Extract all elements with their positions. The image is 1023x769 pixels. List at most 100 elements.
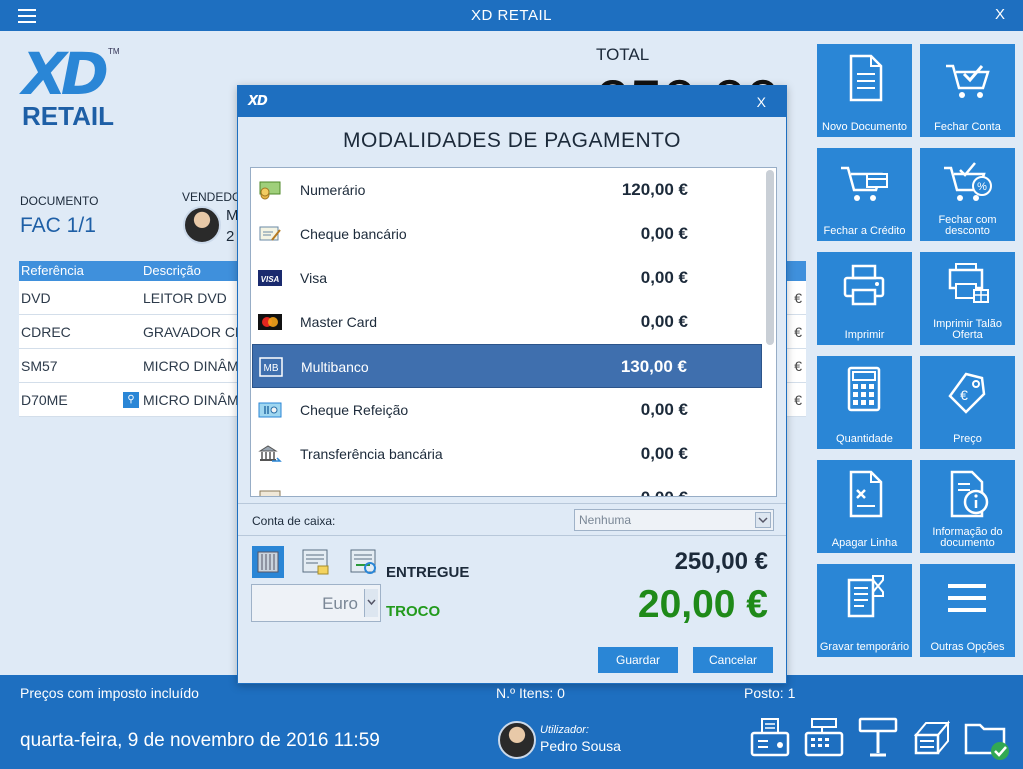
save-temporary-icon	[847, 575, 884, 618]
customer-display-icon[interactable]	[856, 715, 900, 761]
cart-check-icon	[946, 64, 990, 98]
quantity-button[interactable]: Quantidade	[817, 356, 912, 449]
dialog-close-button[interactable]: X	[757, 94, 766, 110]
column-header-reference[interactable]: Referência	[21, 263, 84, 278]
svg-text:VISA: VISA	[261, 275, 280, 284]
user-label: Utilizador:	[540, 724, 589, 736]
cash-account-select[interactable]: Nenhuma	[574, 509, 774, 531]
vendor-avatar	[183, 206, 221, 244]
close-button[interactable]: X	[995, 6, 1005, 23]
price-label: Preço	[953, 433, 982, 445]
receipt-printer-icon[interactable]	[748, 715, 792, 761]
currency-value: Euro	[322, 594, 358, 613]
payment-name: Transferência bancária	[300, 446, 443, 462]
close-account-button[interactable]: Fechar Conta	[920, 44, 1015, 137]
folder-synced-icon[interactable]	[962, 715, 1012, 761]
tax-note: Preços com imposto incluído	[20, 685, 199, 701]
payment-amount: 0,00 €	[640, 444, 688, 463]
chevron-down-icon[interactable]	[364, 589, 378, 617]
payment-row-multibanco[interactable]: MB Multibanco 130,00 €	[252, 344, 762, 388]
dialog-title: MODALIDADES DE PAGAMENTO	[343, 129, 681, 152]
app-title: XD RETAIL	[471, 7, 552, 24]
payment-row-cash[interactable]: Numerário 120,00 €	[252, 168, 762, 212]
new-document-button[interactable]: Novo Documento	[817, 44, 912, 137]
multibanco-icon: MB	[259, 357, 283, 377]
payment-amount: 0,00 €	[640, 224, 688, 243]
column-header-description[interactable]: Descrição	[143, 263, 201, 278]
payment-row-mastercard[interactable]: Master Card 0,00 €	[252, 300, 762, 344]
print-gift-receipt-label: Imprimir Talão Oferta	[933, 318, 1002, 341]
save-button[interactable]: Guardar	[598, 647, 678, 673]
row-amount: €	[794, 290, 802, 306]
payment-row-visa[interactable]: VISA Visa 0,00 €	[252, 256, 762, 300]
document-value: FAC 1/1	[20, 214, 96, 237]
gift-receipt-icon	[948, 263, 989, 303]
logo-mark: XD	[22, 40, 109, 108]
visa-icon: VISA	[258, 270, 282, 286]
payment-amount: 120,00 €	[621, 180, 688, 199]
cash-register-icon[interactable]	[802, 715, 846, 761]
quantity-label: Quantidade	[836, 433, 893, 445]
currency-select[interactable]: Euro	[251, 584, 381, 622]
payment-row-other[interactable]: 0,00 €	[252, 476, 762, 496]
cart-credit-card-icon	[841, 166, 888, 201]
search-icon[interactable]: ⚲	[123, 392, 139, 408]
delete-line-icon	[849, 470, 883, 518]
delete-line-button[interactable]: Apagar Linha	[817, 460, 912, 553]
delivered-amount: 250,00 €	[674, 548, 768, 575]
calculator-icon	[847, 366, 881, 412]
close-with-discount-button[interactable]: % Fechar com desconto	[920, 148, 1015, 241]
close-on-credit-button[interactable]: Fechar a Crédito	[817, 148, 912, 241]
payment-amount: 0,00 €	[640, 400, 688, 419]
payment-methods-dialog: XD X MODALIDADES DE PAGAMENTO Numerário …	[237, 85, 787, 684]
action-panel: Novo Documento Fechar Conta Fechar a Cré…	[812, 31, 1023, 675]
divider	[238, 503, 786, 504]
user-avatar[interactable]	[498, 721, 536, 759]
xd-retail-logo: XD RETAIL TM	[22, 45, 122, 137]
save-temporary-button[interactable]: Gravar temporário	[817, 564, 912, 657]
list-scrollbar[interactable]	[766, 170, 774, 345]
printer-icon	[843, 264, 885, 306]
document-info-button[interactable]: Informação do documento	[920, 460, 1015, 553]
cash-icon	[259, 181, 281, 200]
items-count: N.º Itens: 0	[496, 685, 565, 701]
payment-amount: 0,00 €	[640, 268, 688, 287]
price-button[interactable]: € Preço	[920, 356, 1015, 449]
other-options-button[interactable]: Outras Opções	[920, 564, 1015, 657]
row-amount: €	[794, 358, 802, 374]
dialog-title-bar: XD X	[238, 86, 786, 117]
divider	[238, 535, 786, 536]
payment-row-meal-voucher[interactable]: Cheque Refeição 0,00 €	[252, 388, 762, 432]
save-temporary-label: Gravar temporário	[819, 641, 910, 653]
other-payment-icon	[259, 490, 281, 496]
current-datetime: quarta-feira, 9 de novembro de 2016 11:5…	[20, 730, 380, 751]
chevron-down-icon[interactable]	[755, 512, 771, 528]
row-reference: DVD	[21, 290, 51, 306]
new-document-label: Novo Documento	[822, 121, 907, 133]
payment-row-bank-check[interactable]: Cheque bancário 0,00 €	[252, 212, 762, 256]
row-reference: CDREC	[21, 324, 71, 340]
status-bar: Preços com imposto incluído N.º Itens: 0…	[0, 675, 1023, 769]
bank-transfer-icon	[258, 445, 282, 462]
cash-drawer-open-icon[interactable]	[252, 546, 284, 578]
document-info-label: Informação do documento	[932, 526, 1003, 549]
close-with-discount-label: Fechar com desconto	[938, 214, 997, 237]
total-label: TOTAL	[596, 45, 650, 64]
cancel-button[interactable]: Cancelar	[693, 647, 773, 673]
mastercard-icon	[258, 314, 282, 330]
cash-drawer-icon[interactable]	[910, 715, 954, 761]
svg-text:MB: MB	[264, 363, 279, 374]
open-document-icon[interactable]	[300, 546, 332, 578]
document-search-icon[interactable]	[348, 546, 380, 578]
payment-amount: 130,00 €	[620, 357, 687, 376]
payment-amount: 0,00 €	[641, 488, 688, 496]
row-amount: €	[794, 392, 802, 408]
title-bar: XD RETAIL X	[0, 0, 1023, 31]
row-description: MICRO DINÂM	[143, 358, 239, 374]
payment-row-bank-transfer[interactable]: Transferência bancária 0,00 €	[252, 432, 762, 476]
row-description: MICRO DINÂM	[143, 392, 239, 408]
document-label: DOCUMENTO	[20, 194, 99, 208]
document-info-icon	[950, 470, 989, 518]
print-button[interactable]: Imprimir	[817, 252, 912, 345]
print-gift-receipt-button[interactable]: Imprimir Talão Oferta	[920, 252, 1015, 345]
